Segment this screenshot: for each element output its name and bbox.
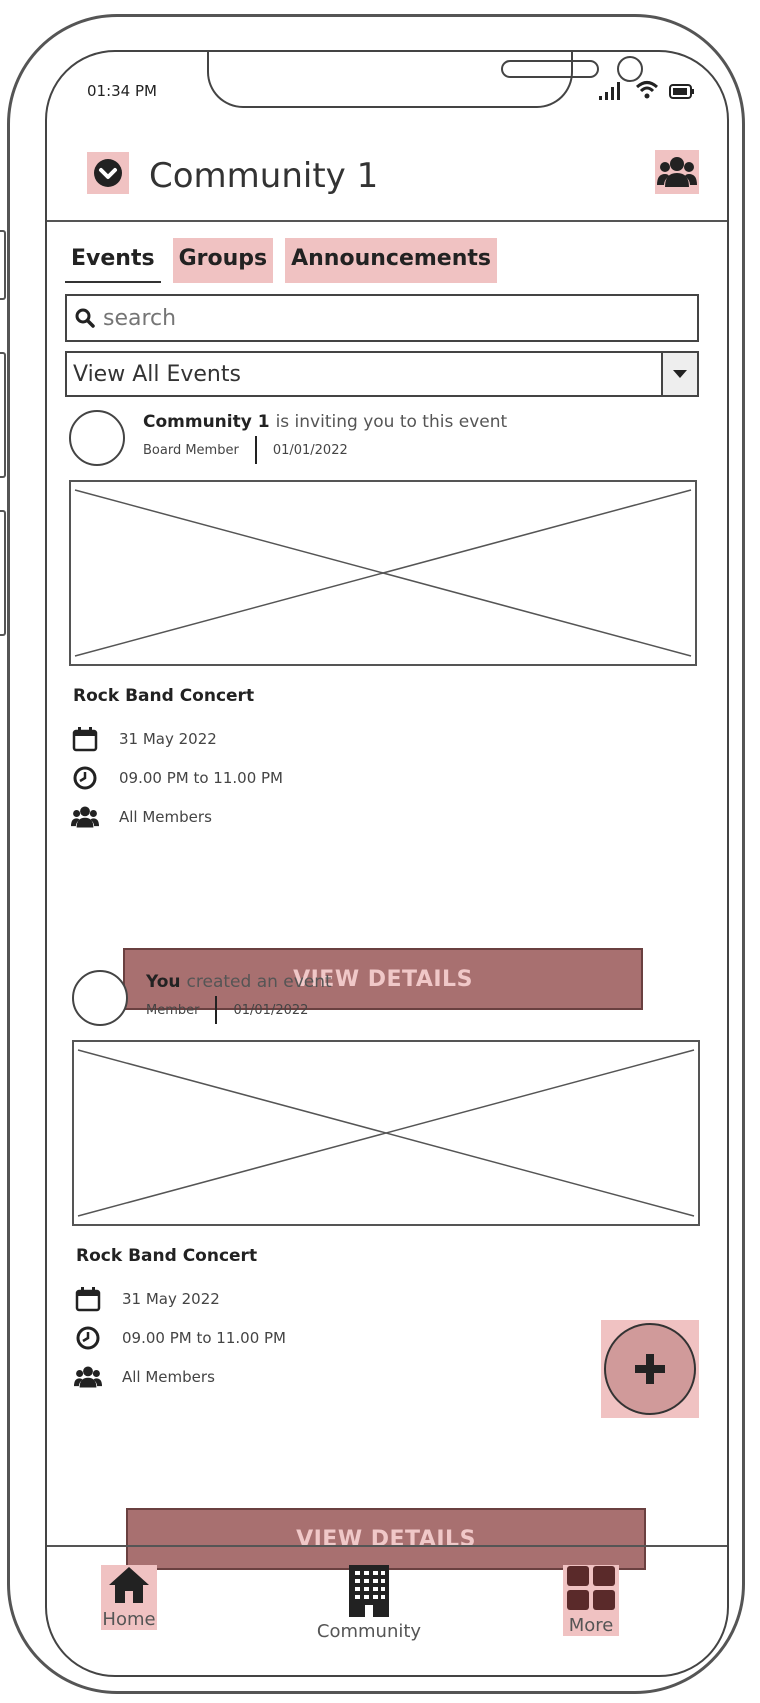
post-meta: Board Member 01/01/2022: [143, 436, 348, 464]
post-action: created an event: [186, 972, 332, 992]
signal-icon: [599, 82, 620, 100]
nav-more-label: More: [568, 1615, 614, 1636]
post-role: Member: [146, 1002, 200, 1018]
event-audience: All Members: [119, 808, 212, 826]
calendar-icon: [72, 727, 98, 752]
events-filter-select[interactable]: View All Events: [65, 351, 699, 397]
users-icon: [657, 157, 697, 187]
grid-icon: [567, 1566, 615, 1610]
phone-screen: 01:34 PM Community 1 Events Groups Annou…: [45, 50, 729, 1677]
building-icon: [349, 1565, 389, 1617]
status-icons: [599, 80, 695, 100]
bottom-nav: Home Community More: [47, 1545, 727, 1675]
event-time: 09.00 PM to 11.00 PM: [122, 1329, 286, 1347]
post-date: 01/01/2022: [272, 442, 348, 458]
event-audience-row: All Members: [74, 1364, 215, 1390]
event-date-row: 31 May 2022: [71, 726, 217, 752]
event-title: Rock Band Concert: [76, 1246, 258, 1266]
app-header: Community 1: [47, 132, 727, 222]
users-icon: [71, 806, 99, 828]
tab-events[interactable]: Events: [65, 238, 161, 283]
event-date: 31 May 2022: [119, 730, 217, 748]
nav-community[interactable]: Community: [309, 1565, 429, 1642]
event-image-placeholder[interactable]: [69, 480, 697, 666]
search-box: [65, 294, 699, 342]
users-icon: [74, 1366, 102, 1388]
wifi-icon: [635, 81, 659, 99]
post-header: You created an event: [146, 972, 332, 992]
post-meta: Member 01/01/2022: [146, 996, 308, 1024]
dropdown-toggle[interactable]: [87, 152, 129, 194]
events-filter-value: View All Events: [73, 361, 241, 387]
post-author[interactable]: You: [146, 972, 181, 992]
event-image-placeholder[interactable]: [72, 1040, 700, 1226]
post-action: is inviting you to this event: [275, 412, 508, 432]
side-button-2: [0, 352, 6, 478]
clock-icon: [76, 1326, 100, 1350]
post-header: Community 1 is inviting you to this event: [143, 412, 507, 432]
nav-home[interactable]: Home: [101, 1565, 157, 1630]
chevron-down-icon[interactable]: [661, 353, 697, 395]
tab-announcements[interactable]: Announcements: [285, 238, 497, 283]
post-role: Board Member: [143, 442, 239, 458]
fab-container: [601, 1320, 699, 1418]
event-time-row: 09.00 PM to 11.00 PM: [71, 765, 283, 791]
chevron-down-circle-icon: [94, 159, 122, 187]
event-date-row: 31 May 2022: [74, 1286, 220, 1312]
plus-icon: [635, 1354, 665, 1384]
clock-icon: [73, 766, 97, 790]
status-time: 01:34 PM: [87, 82, 157, 100]
divider: [215, 996, 218, 1024]
nav-home-label: Home: [102, 1609, 156, 1630]
search-input[interactable]: [101, 304, 665, 332]
avatar: [72, 970, 128, 1026]
nav-community-label: Community: [316, 1621, 422, 1642]
side-button-1: [0, 230, 6, 300]
post-date: 01/01/2022: [233, 1002, 309, 1018]
tab-groups[interactable]: Groups: [172, 238, 274, 283]
camera: [617, 56, 643, 82]
page-title: Community 1: [149, 156, 379, 196]
notch: [207, 52, 643, 108]
event-time-row: 09.00 PM to 11.00 PM: [74, 1325, 286, 1351]
event-audience-row: All Members: [71, 804, 212, 830]
members-button[interactable]: [655, 150, 699, 194]
event-audience: All Members: [122, 1368, 215, 1386]
battery-icon: [669, 84, 694, 99]
post-author[interactable]: Community 1: [143, 412, 270, 432]
event-title: Rock Band Concert: [73, 686, 255, 706]
side-button-3: [0, 510, 6, 636]
search-icon: [75, 308, 95, 328]
calendar-icon: [75, 1287, 101, 1312]
event-date: 31 May 2022: [122, 1290, 220, 1308]
nav-more[interactable]: More: [563, 1565, 619, 1636]
home-icon: [109, 1567, 149, 1603]
add-event-button[interactable]: [604, 1323, 696, 1415]
speaker: [501, 60, 599, 78]
event-time: 09.00 PM to 11.00 PM: [119, 769, 283, 787]
divider: [254, 436, 257, 464]
tab-bar: Events Groups Announcements: [65, 238, 509, 283]
avatar: [69, 410, 125, 466]
